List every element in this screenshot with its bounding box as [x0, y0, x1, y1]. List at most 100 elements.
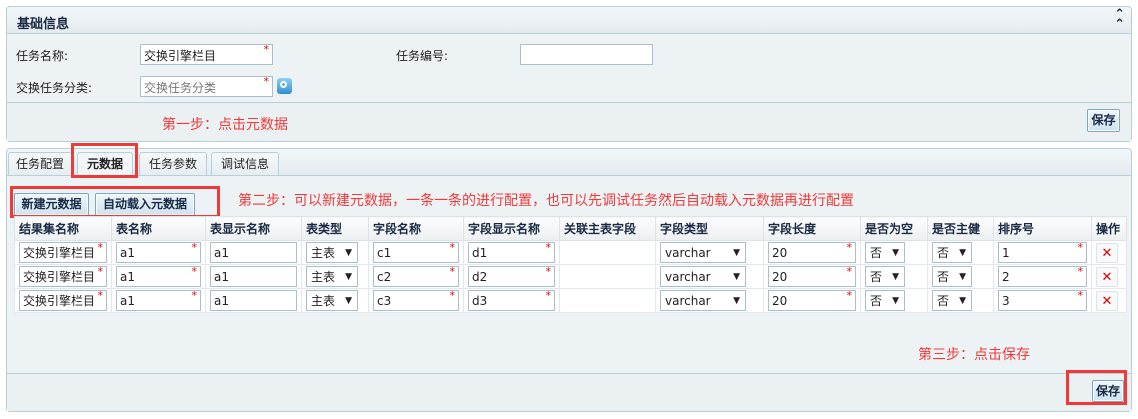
- tab-task-config[interactable]: 任务配置: [8, 152, 72, 175]
- field-type-select[interactable]: varchar ▼: [660, 242, 746, 263]
- input-value: 20: [772, 294, 788, 308]
- length-input[interactable]: 20 *: [768, 266, 856, 287]
- column-header: 操作: [1091, 216, 1127, 241]
- required-mark: *: [97, 242, 104, 254]
- table-display-input[interactable]: a1: [210, 290, 297, 311]
- length-input[interactable]: 20 *: [768, 242, 856, 263]
- select-value: 否: [937, 270, 950, 284]
- category-input[interactable]: 交换任务分类 *: [140, 75, 273, 97]
- column-header: 是否主健: [927, 216, 994, 241]
- input-value: 3: [1002, 294, 1010, 308]
- order-input[interactable]: 2 *: [998, 266, 1087, 287]
- cell-field-display: d1 *: [463, 240, 560, 265]
- cell-length: 20 *: [763, 240, 861, 265]
- delete-icon[interactable]: ✕: [1096, 290, 1118, 311]
- tab-task-params[interactable]: 任务参数: [139, 152, 207, 175]
- result-set-input[interactable]: 交换引擎栏目 *: [19, 266, 107, 287]
- column-header: 表显示名称: [205, 216, 302, 241]
- pk-select[interactable]: 否 ▼: [932, 266, 972, 287]
- pk-select[interactable]: 否 ▼: [932, 290, 972, 311]
- required-mark: *: [846, 266, 853, 278]
- select-value: 否: [870, 246, 883, 260]
- pk-select[interactable]: 否 ▼: [932, 242, 972, 263]
- select-value: 否: [937, 294, 950, 308]
- nullable-select[interactable]: 否 ▼: [865, 266, 905, 287]
- field-type-select[interactable]: varchar ▼: [660, 290, 746, 311]
- order-input[interactable]: 1 *: [998, 242, 1087, 263]
- column-header: 结果集名称: [14, 216, 112, 241]
- required-mark: *: [545, 290, 552, 302]
- basic-info-header: 基础信息 ⌃ ⌃: [7, 7, 1131, 34]
- input-value: d1: [472, 246, 488, 260]
- field-display-input[interactable]: d1 *: [468, 242, 555, 263]
- task-name-input[interactable]: 交换引擎栏目 *: [140, 43, 273, 65]
- task-code-label: 任务编号:: [396, 49, 449, 63]
- field-display-input[interactable]: d3 *: [468, 290, 555, 311]
- cell-table: a1 *: [111, 288, 206, 313]
- cell-result-set: 交换引擎栏目 *: [14, 264, 112, 289]
- result-set-input[interactable]: 交换引擎栏目 *: [19, 290, 107, 311]
- column-header: 排序号: [993, 216, 1092, 241]
- input-value: a1: [120, 270, 135, 284]
- cell-order: 2 *: [993, 264, 1092, 289]
- table-type-select[interactable]: 主表 ▼: [306, 266, 358, 287]
- panel-title: 基础信息: [17, 17, 70, 32]
- tab-debug-info[interactable]: 调试信息: [211, 152, 279, 175]
- delete-icon[interactable]: ✕: [1096, 266, 1118, 287]
- dropdown-arrow-icon: ▼: [959, 296, 966, 306]
- input-value: a1: [120, 246, 135, 260]
- table-row: 交换引擎栏目 * a1 * a1 主表 ▼ c3 * d3 * varchar ▼ 20 * 否 ▼ 否 ▼ 3 * ✕: [14, 288, 1127, 313]
- cell-rel: [559, 288, 656, 313]
- input-value: 20: [772, 270, 788, 284]
- basic-save-button[interactable]: 保存: [1087, 109, 1120, 132]
- result-set-input[interactable]: 交换引擎栏目 *: [19, 242, 107, 263]
- cell-table-type: 主表 ▼: [301, 288, 369, 313]
- select-value: 主表: [311, 270, 336, 284]
- dropdown-arrow-icon: ▼: [733, 272, 740, 282]
- cell-result-set: 交换引擎栏目 *: [14, 240, 112, 265]
- cell-field-display: d3 *: [463, 288, 560, 313]
- field-display-input[interactable]: d2 *: [468, 266, 555, 287]
- input-value: c3: [377, 294, 392, 308]
- input-value: a1: [214, 246, 229, 260]
- table-display-input[interactable]: a1: [210, 242, 297, 263]
- select-value: 否: [870, 270, 883, 284]
- order-input[interactable]: 3 *: [998, 290, 1087, 311]
- task-code-input[interactable]: [520, 44, 653, 65]
- field-input[interactable]: c1 *: [373, 242, 459, 263]
- column-header: 是否为空: [860, 216, 928, 241]
- dropdown-arrow-icon: ▼: [892, 272, 899, 282]
- column-header: 关联主表字段: [559, 216, 656, 241]
- required-mark: *: [263, 75, 270, 88]
- select-value: varchar: [665, 246, 711, 260]
- task-name-value: 交换引擎栏目: [144, 49, 217, 63]
- nullable-select[interactable]: 否 ▼: [865, 242, 905, 263]
- field-input[interactable]: c2 *: [373, 266, 459, 287]
- table-input[interactable]: a1 *: [116, 242, 201, 263]
- table-input[interactable]: a1 *: [116, 266, 201, 287]
- task-name-label: 任务名称:: [16, 49, 69, 63]
- table-display-input[interactable]: a1: [210, 266, 297, 287]
- required-mark: *: [545, 242, 552, 254]
- table-header-row: 结果集名称 表名称 表显示名称 表类型 字段名称 字段显示名称 关联主表字段 字段类型 字段长度…: [14, 216, 1127, 241]
- field-input[interactable]: c3 *: [373, 290, 459, 311]
- highlight-save-button: [1066, 370, 1127, 405]
- cell-field-type: varchar ▼: [655, 288, 764, 313]
- table-type-select[interactable]: 主表 ▼: [306, 242, 358, 263]
- field-type-select[interactable]: varchar ▼: [660, 266, 746, 287]
- select-value: varchar: [665, 294, 711, 308]
- nullable-select[interactable]: 否 ▼: [865, 290, 905, 311]
- delete-icon[interactable]: ✕: [1096, 242, 1118, 263]
- cell-length: 20 *: [763, 264, 861, 289]
- table-type-select[interactable]: 主表 ▼: [306, 290, 358, 311]
- column-header: 字段名称: [368, 216, 464, 241]
- cell-table-type: 主表 ▼: [301, 240, 369, 265]
- search-icon[interactable]: [277, 78, 292, 94]
- length-input[interactable]: 20 *: [768, 290, 856, 311]
- input-value: a1: [214, 294, 229, 308]
- select-value: 否: [870, 294, 883, 308]
- double-chevron-up-icon[interactable]: ⌃ ⌃: [1114, 8, 1125, 31]
- table-input[interactable]: a1 *: [116, 290, 201, 311]
- required-mark: *: [449, 242, 456, 254]
- required-mark: *: [97, 290, 104, 302]
